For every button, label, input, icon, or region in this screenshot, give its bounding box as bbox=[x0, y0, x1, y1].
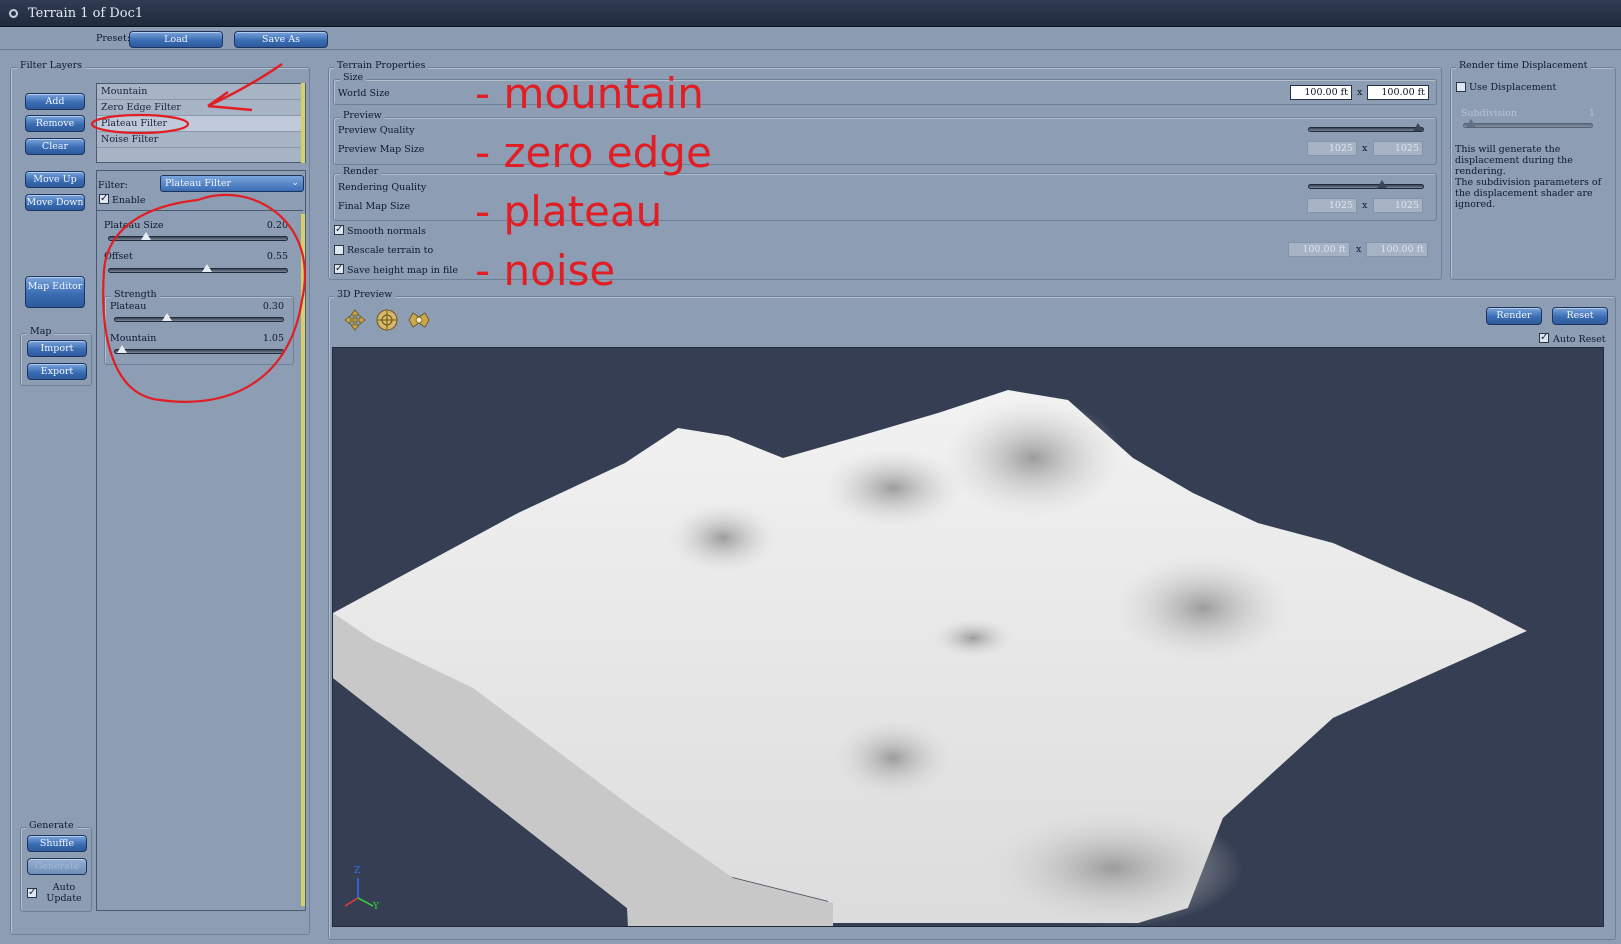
annotation-circle-params bbox=[102, 193, 306, 403]
annotation-circle-plateau bbox=[90, 113, 190, 135]
annotation-overlay bbox=[90, 62, 306, 403]
